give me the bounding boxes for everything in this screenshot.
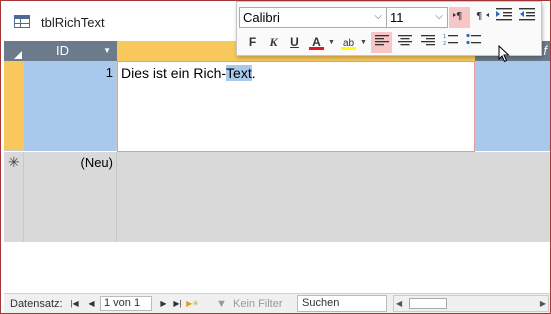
column-header-id-label: ID bbox=[56, 43, 69, 58]
svg-text:¶: ¶ bbox=[456, 11, 462, 21]
rich-text-cell[interactable]: Dies ist ein Rich-Text. bbox=[117, 61, 475, 152]
align-left-icon[interactable] bbox=[371, 32, 392, 53]
previous-record-icon[interactable]: ◀ bbox=[85, 297, 98, 310]
new-record-selector[interactable]: ✳ bbox=[4, 152, 24, 242]
select-all-corner[interactable] bbox=[4, 41, 24, 61]
font-color-button[interactable]: A bbox=[306, 32, 327, 53]
font-color-swatch bbox=[309, 47, 324, 50]
column-header-id[interactable]: ID ▼ bbox=[24, 41, 117, 61]
left-to-right-icon[interactable]: ¶ bbox=[449, 7, 470, 28]
mouse-pointer-icon bbox=[498, 45, 510, 63]
font-size-dropdown[interactable]: 11 ⌵ bbox=[386, 7, 448, 28]
highlight-dropdown-icon[interactable]: ▼ bbox=[360, 32, 367, 53]
svg-text:1: 1 bbox=[443, 34, 446, 40]
record-selector[interactable] bbox=[4, 61, 24, 151]
text-before: Dies ist ein Rich- bbox=[121, 65, 227, 81]
font-color-dropdown-icon[interactable]: ▼ bbox=[328, 32, 335, 53]
increase-indent-icon[interactable] bbox=[493, 7, 514, 28]
font-name-value: Calibri bbox=[243, 10, 280, 25]
highlight-color-swatch bbox=[341, 47, 356, 50]
sort-filter-dropdown-icon[interactable]: ▼ bbox=[103, 46, 111, 55]
bullet-list-icon[interactable] bbox=[463, 32, 484, 53]
italic-button[interactable]: K bbox=[263, 32, 284, 53]
text-after: . bbox=[251, 65, 256, 81]
bold-button[interactable]: F bbox=[242, 32, 263, 53]
highlight-color-button[interactable]: ab bbox=[338, 32, 359, 53]
align-right-icon[interactable] bbox=[417, 32, 438, 53]
next-column-cell[interactable] bbox=[475, 61, 550, 151]
record-navigation-bar: Datensatz: |◀ ◀ 1 von 1 ▶ ▶| ▶✳ ▼ Kein F… bbox=[4, 293, 550, 313]
numbered-list-icon[interactable]: 12 bbox=[440, 32, 461, 53]
window-title: tblRichText bbox=[41, 15, 105, 30]
new-id-label: (Neu) bbox=[80, 155, 113, 170]
align-center-icon[interactable] bbox=[394, 32, 415, 53]
table-icon bbox=[14, 15, 30, 28]
id-value: 1 bbox=[105, 65, 113, 80]
search-field[interactable]: Suchen bbox=[297, 295, 387, 312]
no-filter-label[interactable]: Kein Filter bbox=[233, 298, 283, 310]
selected-text[interactable]: Text bbox=[226, 65, 252, 81]
next-record-icon[interactable]: ▶ bbox=[157, 297, 170, 310]
horizontal-scrollbar[interactable]: ◀ ▶ bbox=[393, 295, 549, 312]
datasheet-grid: ID ▼ f 1 Dies ist ein Rich-Text. ✳ (Neu) bbox=[4, 41, 550, 293]
filter-icon[interactable]: ▼ bbox=[216, 298, 227, 310]
new-record-icon[interactable]: ▶✳ bbox=[186, 297, 199, 310]
record-label: Datensatz: bbox=[10, 298, 63, 310]
new-record-icon: ✳ bbox=[8, 154, 20, 170]
rich-text-content[interactable]: Dies ist ein Rich-Text. bbox=[121, 65, 256, 81]
new-row-cells[interactable] bbox=[117, 152, 550, 242]
current-record-field[interactable]: 1 von 1 bbox=[100, 296, 152, 311]
chevron-down-icon[interactable]: ⌵ bbox=[374, 11, 382, 22]
id-cell[interactable]: 1 bbox=[24, 61, 117, 151]
scroll-right-icon[interactable]: ▶ bbox=[540, 299, 546, 308]
first-record-icon[interactable]: |◀ bbox=[68, 297, 81, 310]
decrease-indent-icon[interactable] bbox=[516, 7, 537, 28]
mini-format-toolbar: Calibri ⌵ 11 ⌵ ¶ ¶ F K U A ▼ ab ▼ 1 2 bbox=[236, 1, 542, 56]
svg-text:¶: ¶ bbox=[476, 11, 482, 21]
right-to-left-icon[interactable]: ¶ bbox=[471, 7, 492, 28]
column-header-next-label: f bbox=[543, 43, 547, 58]
scroll-left-icon[interactable]: ◀ bbox=[396, 299, 402, 308]
scroll-thumb[interactable] bbox=[409, 298, 447, 309]
svg-text:2: 2 bbox=[443, 41, 446, 46]
font-size-value: 11 bbox=[390, 10, 404, 25]
last-record-icon[interactable]: ▶| bbox=[171, 297, 184, 310]
font-name-dropdown[interactable]: Calibri ⌵ bbox=[239, 7, 387, 28]
table-window: tblRichText ID ▼ f 1 Dies ist ein Rich-T… bbox=[0, 0, 551, 314]
underline-button[interactable]: U bbox=[284, 32, 305, 53]
chevron-down-icon[interactable]: ⌵ bbox=[435, 11, 443, 22]
new-id-cell[interactable]: (Neu) bbox=[24, 152, 117, 242]
